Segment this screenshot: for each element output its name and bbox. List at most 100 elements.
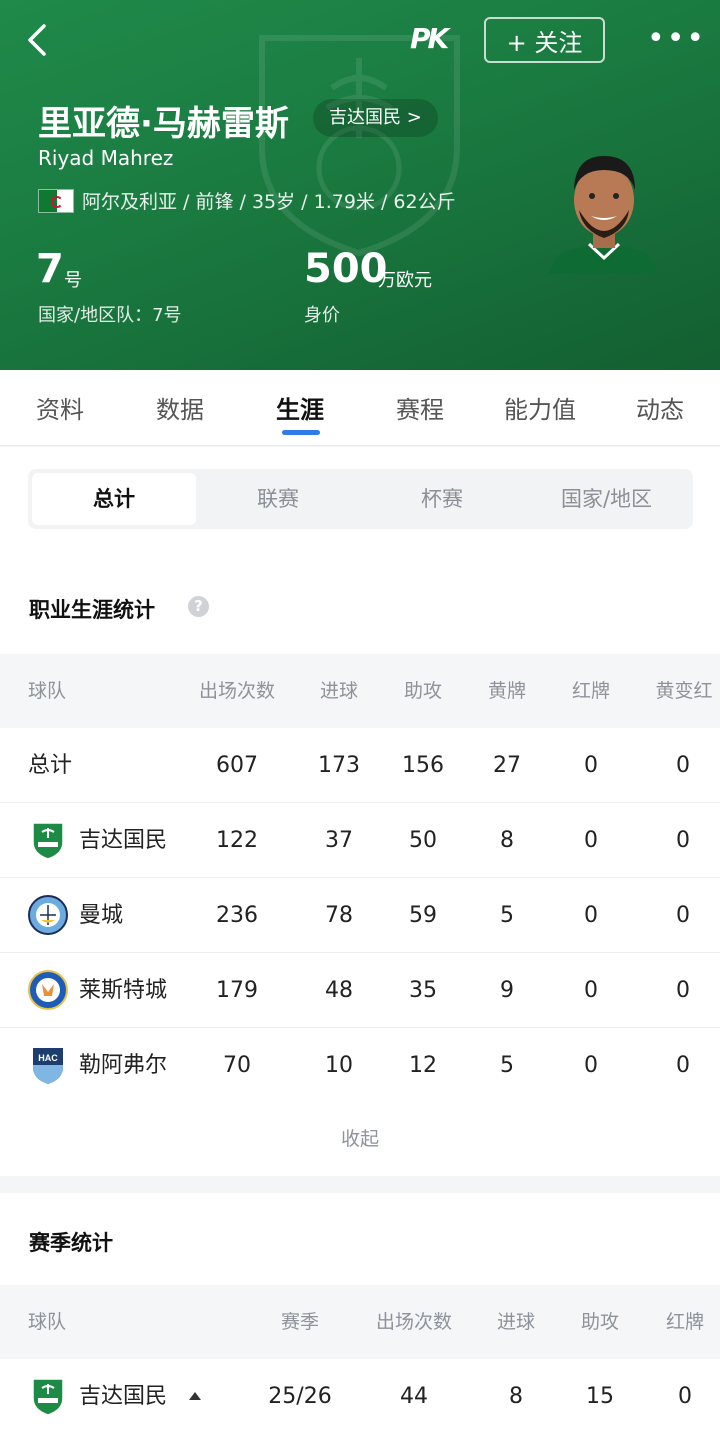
col-team: 球队 — [28, 680, 67, 702]
leicester-badge-icon — [28, 970, 68, 1010]
col-red: 红牌 — [571, 680, 610, 702]
goals-cell: 8 — [509, 1384, 523, 1409]
table-row[interactable]: 曼城 236 78 59 5 0 0 — [0, 878, 720, 953]
al-ahli-badge-icon — [32, 1378, 64, 1416]
yellow-cell: 5 — [500, 1053, 514, 1078]
team-name: 总计 — [28, 753, 73, 778]
assists-cell: 15 — [586, 1384, 614, 1409]
goals-cell: 173 — [318, 753, 360, 778]
tab-data[interactable]: 数据 — [140, 370, 220, 446]
table-row[interactable]: 吉达国民 25/26 44 8 15 0 — [0, 1359, 720, 1434]
help-icon[interactable]: ? — [188, 596, 209, 617]
national-team-number: 国家/地区队：7号 — [38, 305, 182, 326]
le-havre-badge-icon: HAC — [33, 1048, 63, 1084]
back-arrow-icon[interactable] — [20, 20, 56, 60]
apps-cell: 179 — [216, 978, 258, 1003]
club-link[interactable]: 吉达国民 > — [313, 99, 438, 137]
tab-ability[interactable]: 能力值 — [490, 370, 590, 446]
goals-cell: 48 — [325, 978, 353, 1003]
expand-caret-icon[interactable] — [189, 1392, 201, 1400]
player-info-text: 阿尔及利亚 / 前锋 / 35岁 / 1.79米 / 62公斤 — [82, 191, 456, 213]
al-ahli-badge-icon — [32, 822, 64, 860]
filter-cup[interactable]: 杯赛 — [360, 473, 524, 525]
col-goals: 进球 — [319, 680, 358, 702]
second-yellow-cell: 0 — [676, 753, 690, 778]
player-name-en: Riyad Mahrez — [38, 146, 174, 170]
career-table-header: 球队 出场次数 进球 助攻 黄牌 红牌 黄变红 — [0, 654, 720, 728]
man-city-badge-icon — [28, 895, 68, 935]
shirt-number-unit: 号 — [64, 270, 82, 291]
player-header: PK + 关注 ••• 里亚德·马赫雷斯 吉达国民 > Riyad Mahrez… — [0, 0, 720, 370]
apps-cell: 607 — [216, 753, 258, 778]
team-name: 勒阿弗尔 — [79, 1053, 168, 1078]
table-row[interactable]: 总计 607 173 156 27 0 0 — [0, 728, 720, 803]
filter-national[interactable]: 国家/地区 — [524, 473, 689, 525]
algeria-flag-icon — [38, 188, 74, 213]
col-second-yellow: 黄变红 — [655, 680, 713, 702]
goals-cell: 37 — [325, 828, 353, 853]
red-cell: 0 — [678, 1384, 692, 1409]
shirt-number: 7 — [36, 246, 64, 292]
goals-cell: 10 — [325, 1053, 353, 1078]
follow-button[interactable]: + 关注 — [484, 17, 605, 63]
second-yellow-cell: 0 — [676, 1053, 690, 1078]
yellow-cell: 8 — [500, 828, 514, 853]
col-assists: 助攻 — [580, 1311, 619, 1333]
assists-cell: 35 — [409, 978, 437, 1003]
col-apps: 出场次数 — [375, 1311, 452, 1333]
apps-cell: 44 — [400, 1384, 428, 1409]
more-options-icon[interactable]: ••• — [647, 24, 704, 54]
red-cell: 0 — [584, 978, 598, 1003]
market-value-unit: 万欧元 — [378, 270, 432, 291]
active-tab-indicator — [282, 430, 320, 435]
team-name: 吉达国民 — [79, 1384, 168, 1409]
col-red: 红牌 — [665, 1311, 704, 1333]
svg-text:HAC: HAC — [38, 1053, 58, 1063]
table-row[interactable]: 莱斯特城 179 48 35 9 0 0 — [0, 953, 720, 1028]
tab-news[interactable]: 动态 — [620, 370, 700, 446]
col-team: 球队 — [28, 1311, 67, 1333]
apps-cell: 70 — [223, 1053, 251, 1078]
team-name: 曼城 — [79, 903, 124, 928]
table-row[interactable]: 吉达国民 122 37 50 8 0 0 — [0, 803, 720, 878]
assists-cell: 59 — [409, 903, 437, 928]
filter-total[interactable]: 总计 — [32, 473, 196, 525]
red-cell: 0 — [584, 753, 598, 778]
apps-cell: 236 — [216, 903, 258, 928]
tab-profile[interactable]: 资料 — [20, 370, 100, 446]
red-cell: 0 — [584, 903, 598, 928]
red-cell: 0 — [584, 1053, 598, 1078]
assists-cell: 12 — [409, 1053, 437, 1078]
col-goals: 进球 — [496, 1311, 535, 1333]
season-table-header: 球队 赛季 出场次数 进球 助攻 红牌 — [0, 1285, 720, 1359]
player-name-cn: 里亚德·马赫雷斯 — [38, 104, 289, 144]
second-yellow-cell: 0 — [676, 978, 690, 1003]
career-stats-title: 职业生涯统计 — [29, 598, 155, 622]
season-cell: 25/26 — [268, 1384, 332, 1409]
filter-league[interactable]: 联赛 — [196, 473, 360, 525]
market-value: 500 — [304, 246, 388, 292]
col-yellow: 黄牌 — [487, 680, 526, 702]
col-assists: 助攻 — [403, 680, 442, 702]
team-name: 吉达国民 — [79, 828, 168, 853]
red-cell: 0 — [584, 828, 598, 853]
col-season: 赛季 — [280, 1311, 319, 1333]
col-apps: 出场次数 — [198, 680, 275, 702]
apps-cell: 122 — [216, 828, 258, 853]
tab-schedule[interactable]: 赛程 — [380, 370, 460, 446]
yellow-cell: 9 — [500, 978, 514, 1003]
team-name: 莱斯特城 — [79, 978, 168, 1003]
goals-cell: 78 — [325, 903, 353, 928]
main-tabs: 资料 数据 生涯 赛程 能力值 动态 — [0, 370, 720, 446]
yellow-cell: 27 — [493, 753, 521, 778]
app-logo: PK — [410, 22, 449, 55]
table-row[interactable]: HAC 勒阿弗尔 70 10 12 5 0 0 — [0, 1028, 720, 1103]
second-yellow-cell: 0 — [676, 903, 690, 928]
second-yellow-cell: 0 — [676, 828, 690, 853]
collapse-button[interactable]: 收起 — [0, 1102, 720, 1176]
assists-cell: 50 — [409, 828, 437, 853]
player-photo — [549, 156, 659, 274]
yellow-cell: 5 — [500, 903, 514, 928]
player-info-row: 阿尔及利亚 / 前锋 / 35岁 / 1.79米 / 62公斤 — [38, 187, 456, 214]
season-stats-title: 赛季统计 — [29, 1231, 113, 1255]
